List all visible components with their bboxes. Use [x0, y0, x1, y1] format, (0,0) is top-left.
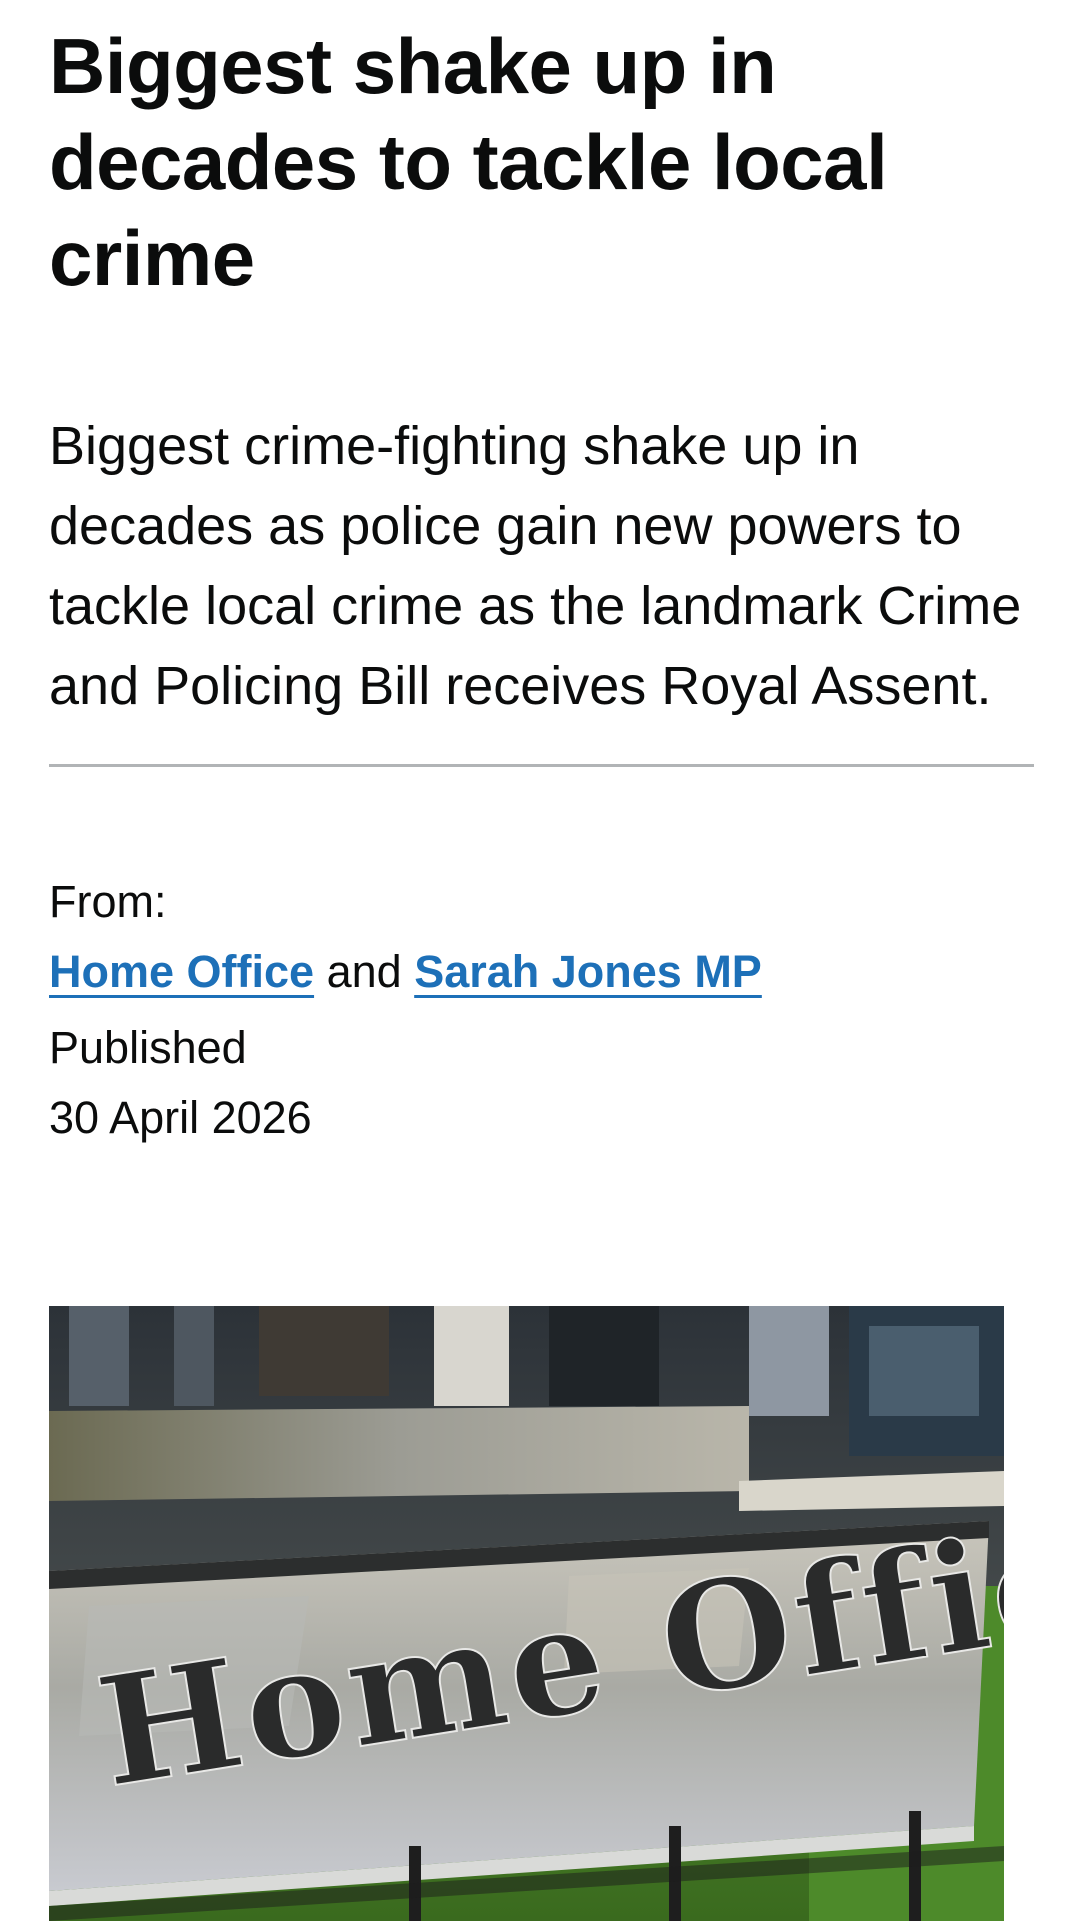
home-office-link[interactable]: Home Office [49, 946, 314, 997]
sarah-jones-link[interactable]: Sarah Jones MP [414, 946, 762, 997]
home-office-sign-photo: Home Office [49, 1306, 1004, 1921]
from-organisations: Home Office and Sarah Jones MP [49, 937, 1033, 1007]
conjunction-text: and [326, 946, 402, 997]
section-divider [49, 764, 1034, 767]
published-label: Published [49, 1022, 247, 1073]
hero-image: Home Office [49, 1306, 1004, 1921]
lead-paragraph: Biggest crime-fighting shake up in decad… [49, 416, 1022, 716]
from-label: From: [49, 876, 167, 927]
published-date: 30 April 2026 [49, 1092, 312, 1143]
metadata-from: From: Home Office and Sarah Jones MP [49, 867, 1033, 1007]
article-page: Biggest shake up in decades to tackle lo… [49, 0, 1034, 1153]
page-title: Biggest shake up in decades to tackle lo… [49, 22, 888, 302]
metadata-published: Published 30 April 2026 [49, 1013, 1033, 1153]
